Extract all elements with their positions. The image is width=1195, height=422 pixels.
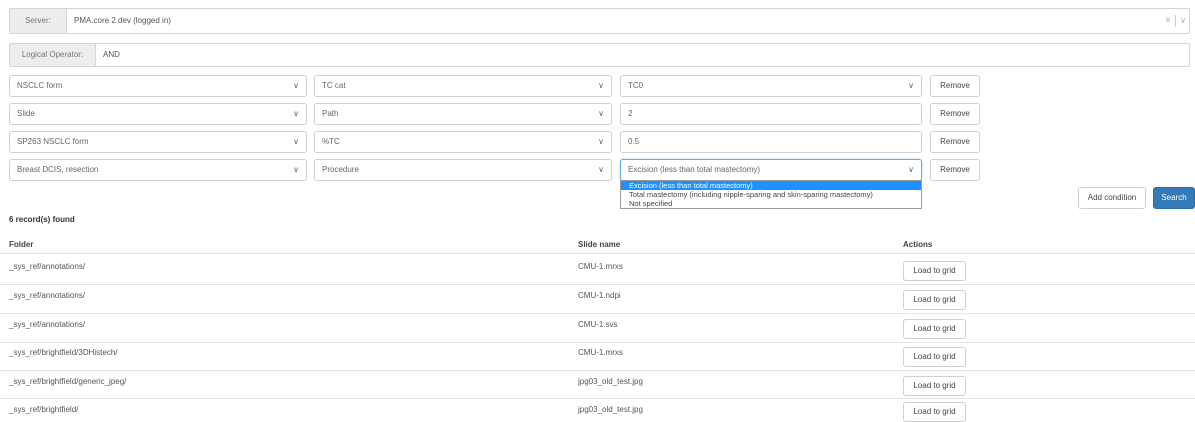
logical-operator-select[interactable]: Logical Operator: AND [9,43,1190,67]
remove-button[interactable]: Remove [930,75,980,97]
chevron-down-icon: ∨ [908,165,914,174]
server-value: PMA.core 2 dev (logged in) [74,16,171,25]
load-to-grid-button[interactable]: Load to grid [903,376,966,396]
chevron-down-icon: ∨ [598,165,604,174]
dropdown-option[interactable]: Total mastectomy (including nipple-spari… [621,190,921,199]
condition-value-input[interactable]: 2 [620,103,922,125]
divider [1175,15,1176,27]
condition-form-select[interactable]: NSCLC form ∨ [9,75,307,97]
condition-field-select[interactable]: Path ∨ [314,103,612,125]
condition-form-value: Slide [17,109,35,118]
condition-form-select[interactable]: Slide ∨ [9,103,307,125]
chevron-down-icon: ∨ [908,81,914,90]
chevron-down-icon: ∨ [598,137,604,146]
remove-button[interactable]: Remove [930,131,980,153]
add-condition-button[interactable]: Add condition [1078,187,1146,209]
chevron-down-icon: ∨ [293,81,299,90]
folder-cell: _sys_ref/brightfield/3DHistech/ [9,348,118,357]
chevron-down-icon: ∨ [293,109,299,118]
condition-value-select[interactable]: Excision (less than total mastectomy) ∨ [620,159,922,181]
condition-form-select[interactable]: Breast DCIS, resection ∨ [9,159,307,181]
server-label: Server: [10,9,67,33]
dropdown-option[interactable]: Not specified [621,199,921,208]
load-to-grid-button[interactable]: Load to grid [903,402,966,422]
slide-name-cell: jpg03_old_test.jpg [578,405,643,414]
condition-form-value: NSCLC form [17,81,63,90]
slide-name-cell: CMU-1.svs [578,320,618,329]
slide-name-cell: jpg03_old_test.jpg [578,377,643,386]
folder-cell: _sys_ref/brightfield/ [9,405,79,414]
logical-operator-label: Logical Operator: [10,44,96,66]
condition-value-select[interactable]: TC0 ∨ [620,75,922,97]
condition-value: 2 [628,109,633,118]
remove-button[interactable]: Remove [930,159,980,181]
search-button[interactable]: Search [1153,187,1195,209]
chevron-down-icon: ∨ [293,137,299,146]
condition-value: TC0 [628,81,644,90]
folder-cell: _sys_ref/brightfield/generic_jpeg/ [9,377,127,386]
load-to-grid-button[interactable]: Load to grid [903,319,966,339]
chevron-down-icon: ∨ [598,81,604,90]
chevron-down-icon: ∨ [598,109,604,118]
slide-name-cell: CMU-1.mrxs [578,262,623,271]
divider [0,253,1195,254]
slide-name-cell: CMU-1.mrxs [578,348,623,357]
folder-cell: _sys_ref/annotations/ [9,320,86,329]
condition-value: Excision (less than total mastectomy) [628,165,761,174]
condition-form-value: SP263 NSCLC form [17,137,89,146]
load-to-grid-button[interactable]: Load to grid [903,290,966,310]
condition-value-input[interactable]: 0.5 [620,131,922,153]
condition-field-select[interactable]: Procedure ∨ [314,159,612,181]
condition-value: 0.5 [628,137,640,146]
folder-cell: _sys_ref/annotations/ [9,262,86,271]
chevron-down-icon[interactable]: ∨ [1180,9,1186,33]
divider [0,313,1195,314]
condition-field-value: Procedure [322,165,359,174]
load-to-grid-button[interactable]: Load to grid [903,347,966,367]
records-count: 6 record(s) found [9,215,75,224]
condition-field-select[interactable]: %TC ∨ [314,131,612,153]
dropdown-option[interactable]: Excision (less than total mastectomy) [621,181,921,190]
divider [0,398,1195,399]
clear-icon[interactable]: × [1165,9,1171,33]
chevron-down-icon: ∨ [293,165,299,174]
condition-form-value: Breast DCIS, resection [17,165,99,174]
slide-name-cell: CMU-1.ndpi [578,291,621,300]
folder-cell: _sys_ref/annotations/ [9,291,86,300]
column-header-actions: Actions [903,240,933,249]
divider [0,342,1195,343]
procedure-dropdown-list[interactable]: Excision (less than total mastectomy) To… [620,180,922,209]
divider [0,370,1195,371]
column-header-slide-name: Slide name [578,240,621,249]
divider [0,284,1195,285]
condition-field-value: Path [322,109,339,118]
load-to-grid-button[interactable]: Load to grid [903,261,966,281]
condition-form-select[interactable]: SP263 NSCLC form ∨ [9,131,307,153]
logical-operator-value: AND [103,50,120,59]
remove-button[interactable]: Remove [930,103,980,125]
column-header-folder: Folder [9,240,34,249]
condition-field-select[interactable]: TC cat ∨ [314,75,612,97]
server-select[interactable]: Server: PMA.core 2 dev (logged in) × ∨ [9,8,1190,34]
condition-field-value: %TC [322,137,340,146]
condition-field-value: TC cat [322,81,346,90]
